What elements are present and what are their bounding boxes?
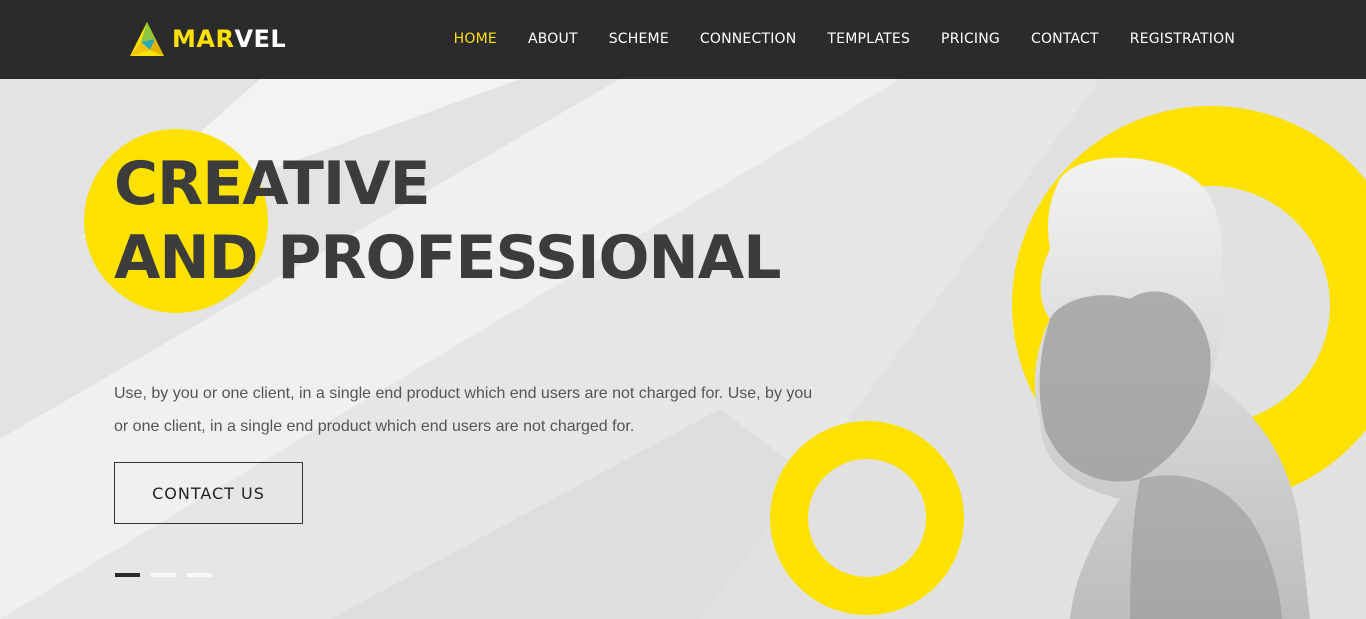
nav-item-connection[interactable]: CONNECTION (700, 30, 797, 48)
brand-name-part2: VEL (234, 25, 287, 53)
yellow-ring-small-decoration (770, 421, 964, 615)
headline-line-1: CREATIVE (114, 149, 431, 219)
slider-dot[interactable] (115, 573, 140, 577)
brand-name: MARVEL (172, 25, 286, 53)
nav-item-home[interactable]: HOME (454, 30, 497, 48)
brand-logo[interactable]: MARVEL (128, 20, 286, 58)
description-line-1: Use, by you or one client, in a single e… (114, 385, 813, 402)
nav-item-scheme[interactable]: SCHEME (609, 30, 669, 48)
hero-section: CREATIVE AND PROFESSIONAL Use, by you or… (0, 79, 1366, 619)
nav-item-pricing[interactable]: PRICING (941, 30, 1000, 48)
contact-us-button[interactable]: CONTACT US (114, 462, 303, 524)
site-header: MARVEL HOME ABOUT SCHEME CONNECTION TEMP… (0, 0, 1366, 79)
hero-headline: CREATIVE AND PROFESSIONAL (114, 147, 781, 295)
slider-pagination (115, 573, 223, 577)
hero-description: Use, by you or one client, in a single e… (114, 377, 874, 443)
nav-item-registration[interactable]: REGISTRATION (1130, 30, 1235, 48)
nav-item-contact[interactable]: CONTACT (1031, 30, 1099, 48)
nav-item-templates[interactable]: TEMPLATES (827, 30, 910, 48)
bearded-man-portrait (1034, 157, 1310, 619)
slider-dot[interactable] (187, 573, 212, 577)
headline-line-2: AND PROFESSIONAL (114, 223, 781, 293)
slider-dot[interactable] (151, 573, 176, 577)
description-line-2: or one client, in a single end product w… (114, 418, 635, 435)
nav-item-about[interactable]: ABOUT (528, 30, 578, 48)
main-nav: HOME ABOUT SCHEME CONNECTION TEMPLATES P… (423, 30, 1235, 48)
star-triangle-icon (130, 22, 164, 56)
brand-name-part1: MAR (172, 25, 235, 53)
